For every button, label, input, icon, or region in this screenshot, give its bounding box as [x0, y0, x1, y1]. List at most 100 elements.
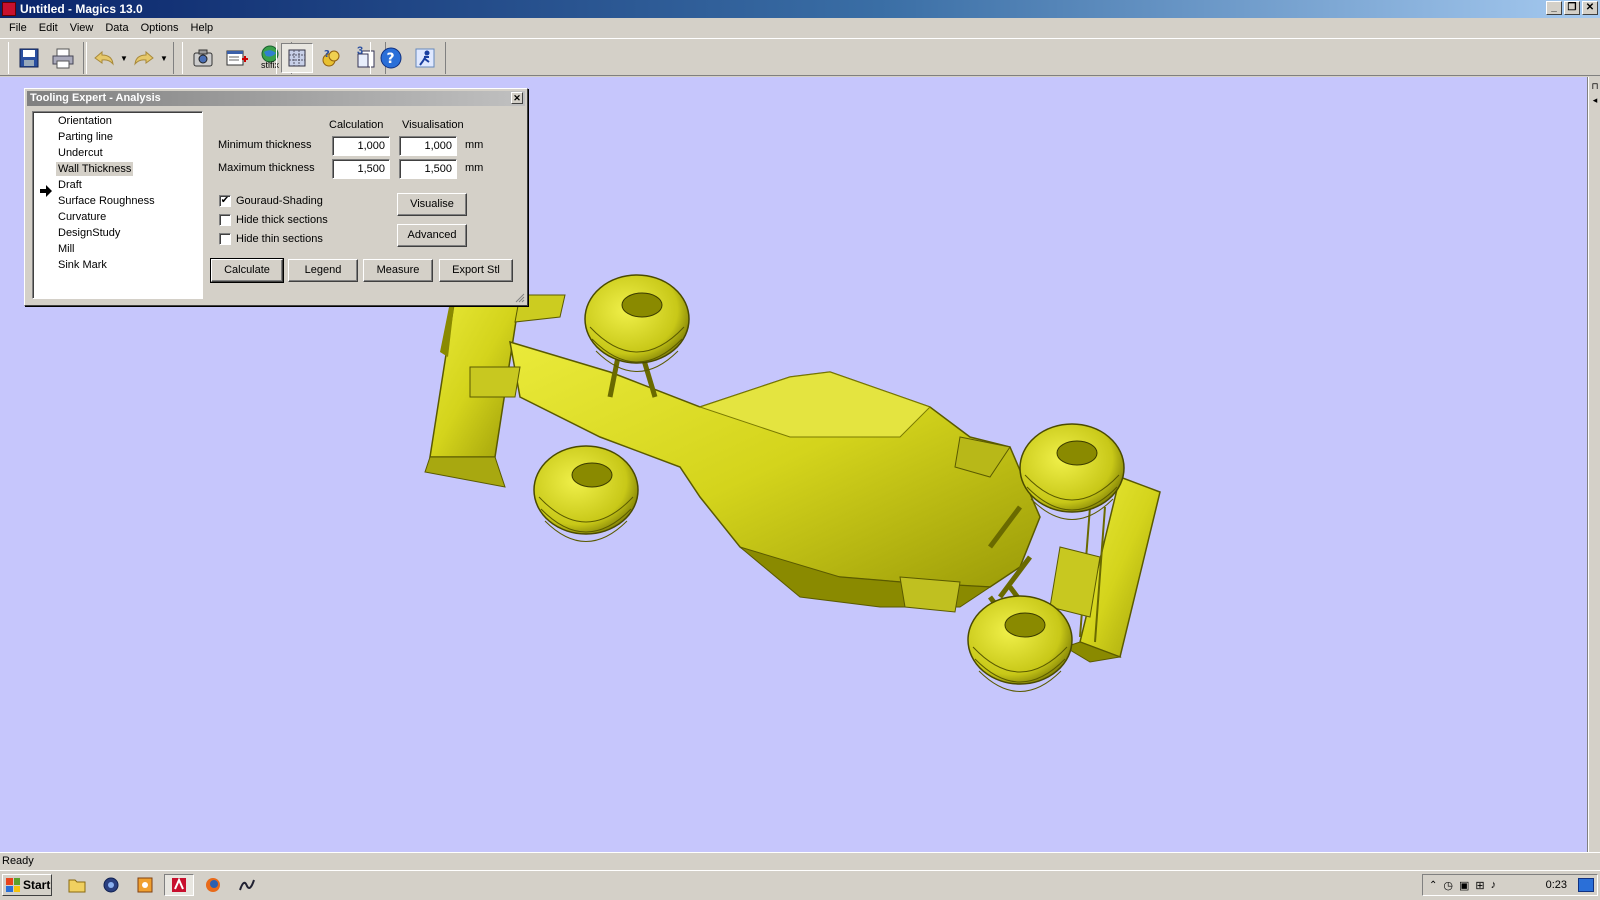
- show-desktop-icon[interactable]: [1578, 878, 1594, 892]
- snapshot-button[interactable]: [187, 43, 219, 73]
- image-viewer-icon: [137, 877, 153, 893]
- analysis-type-list[interactable]: Orientation Parting line Undercut Wall T…: [32, 111, 203, 299]
- menu-data[interactable]: Data: [99, 22, 134, 34]
- undo-dropdown-arrow[interactable]: ▼: [119, 43, 129, 73]
- list-item-curvature[interactable]: Curvature: [56, 210, 108, 224]
- quicklaunch-app6[interactable]: [232, 874, 262, 896]
- gouraud-shading-checkbox[interactable]: ✔: [219, 195, 231, 207]
- svg-text:?: ?: [324, 49, 330, 60]
- min-thickness-calc-input[interactable]: 1,000: [332, 136, 390, 156]
- calculate-button[interactable]: Calculate: [210, 258, 284, 283]
- tire-rear-bottom: [533, 445, 639, 542]
- running-figure-icon: [415, 48, 435, 68]
- menu-view[interactable]: View: [64, 22, 100, 34]
- list-item-surface-roughness[interactable]: Surface Roughness: [56, 194, 157, 208]
- wizard-button[interactable]: ?: [315, 43, 347, 73]
- redo-dropdown-arrow[interactable]: ▼: [159, 43, 169, 73]
- save-button[interactable]: [13, 43, 45, 73]
- list-item-mill[interactable]: Mill: [56, 242, 77, 256]
- maximum-thickness-label: Maximum thickness: [218, 162, 315, 174]
- help-question-icon: ?: [380, 47, 402, 69]
- hide-thick-sections-checkbox[interactable]: [219, 214, 231, 226]
- report-add-icon: [226, 50, 248, 66]
- start-label: Start: [23, 878, 51, 892]
- floppy-disk-icon: [19, 48, 39, 68]
- main-toolbar: ▼ ▼ stlfix ? 3 ?: [0, 38, 1600, 76]
- redo-arrow-icon: [134, 50, 154, 66]
- visualise-button[interactable]: Visualise: [397, 193, 467, 216]
- menu-help[interactable]: Help: [185, 22, 220, 34]
- quicklaunch-firefox[interactable]: [198, 874, 228, 896]
- context-help-button[interactable]: [409, 43, 441, 73]
- hide-thin-sections-label: Hide thin sections: [236, 233, 323, 245]
- help-button[interactable]: ?: [375, 43, 407, 73]
- tire-front-bottom: [967, 595, 1073, 692]
- tooling-expert-button[interactable]: [281, 43, 313, 73]
- list-item-orientation[interactable]: Orientation: [56, 114, 114, 128]
- list-item-sink-mark[interactable]: Sink Mark: [56, 258, 109, 272]
- advanced-button[interactable]: Advanced: [397, 224, 467, 247]
- dialog-close-button[interactable]: ✕: [511, 92, 523, 104]
- list-item-wall-thickness[interactable]: Wall Thickness: [56, 162, 134, 176]
- status-bar: Ready: [0, 852, 1600, 870]
- toolbar-group-help: ?: [370, 42, 446, 74]
- gouraud-shading-label: Gouraud-Shading: [236, 195, 323, 207]
- toolbar-group-file: [8, 42, 84, 74]
- menu-file[interactable]: File: [3, 22, 33, 34]
- tray-volume-icon[interactable]: ♪: [1491, 879, 1497, 891]
- list-item-undercut[interactable]: Undercut: [56, 146, 105, 160]
- print-button[interactable]: [47, 43, 79, 73]
- max-thickness-vis-input[interactable]: 1,500: [399, 159, 457, 179]
- taskbar: Start ⌃ ◷ ▣ ⊞ ♪ 0:23: [0, 870, 1600, 900]
- resize-grip-icon[interactable]: [515, 293, 525, 303]
- dialog-title-bar[interactable]: Tooling Expert - Analysis ✕: [27, 91, 525, 106]
- magics-app-icon[interactable]: [2, 2, 16, 16]
- right-side-rail[interactable]: ⊓ ◂: [1588, 77, 1600, 852]
- menu-options[interactable]: Options: [135, 22, 185, 34]
- visualisation-column-header: Visualisation: [402, 119, 464, 131]
- list-item-draft[interactable]: Draft: [56, 178, 84, 192]
- restore-button[interactable]: ❐: [1564, 1, 1580, 15]
- list-item-parting-line[interactable]: Parting line: [56, 130, 115, 144]
- minimum-thickness-label: Minimum thickness: [218, 139, 312, 151]
- tray-expand-icon[interactable]: ⌃: [1429, 880, 1437, 891]
- hide-thick-sections-label: Hide thick sections: [236, 214, 328, 226]
- legend-button[interactable]: Legend: [288, 259, 358, 282]
- taskbar-magics-button[interactable]: [164, 874, 194, 896]
- calculation-column-header: Calculation: [329, 119, 384, 131]
- system-tray: ⌃ ◷ ▣ ⊞ ♪ 0:23: [1422, 874, 1598, 896]
- camera-icon: [193, 49, 213, 67]
- pin-icon[interactable]: ⊓: [1590, 81, 1600, 92]
- tooling-grid-icon: [288, 49, 306, 67]
- undo-arrow-icon: [94, 50, 114, 66]
- min-thickness-vis-input[interactable]: 1,000: [399, 136, 457, 156]
- collapse-arrow-icon[interactable]: ◂: [1590, 95, 1600, 106]
- magics-taskbar-icon: [172, 877, 186, 892]
- globe-app-icon: [103, 877, 119, 893]
- menu-edit[interactable]: Edit: [33, 22, 64, 34]
- printer-icon: [52, 48, 74, 69]
- quicklaunch-app2[interactable]: [96, 874, 126, 896]
- export-stl-button[interactable]: Export Stl: [439, 259, 513, 282]
- max-thickness-calc-input[interactable]: 1,500: [332, 159, 390, 179]
- tray-device-icon[interactable]: ▣: [1459, 879, 1469, 892]
- undo-button[interactable]: [91, 43, 117, 73]
- close-button[interactable]: ✕: [1582, 1, 1598, 15]
- list-item-designstudy[interactable]: DesignStudy: [56, 226, 122, 240]
- tray-network-icon[interactable]: ⊞: [1475, 879, 1484, 892]
- quicklaunch-folder[interactable]: [62, 874, 92, 896]
- tray-clock[interactable]: 0:23: [1546, 879, 1567, 891]
- report-button[interactable]: [221, 43, 253, 73]
- toolbar-group-history: ▼ ▼: [86, 42, 174, 74]
- dialog-title: Tooling Expert - Analysis: [30, 92, 161, 104]
- firefox-icon: [206, 878, 220, 892]
- redo-button[interactable]: [131, 43, 157, 73]
- tray-clock-icon[interactable]: ◷: [1443, 879, 1453, 892]
- tire-rear-top: [584, 274, 690, 372]
- start-button[interactable]: Start: [2, 874, 52, 896]
- hide-thin-sections-checkbox[interactable]: [219, 233, 231, 245]
- minimize-button[interactable]: _: [1546, 1, 1562, 15]
- title-bar: Untitled - Magics 13.0 _ ❐ ✕: [0, 0, 1600, 18]
- measure-button[interactable]: Measure: [363, 259, 433, 282]
- quicklaunch-app3[interactable]: [130, 874, 160, 896]
